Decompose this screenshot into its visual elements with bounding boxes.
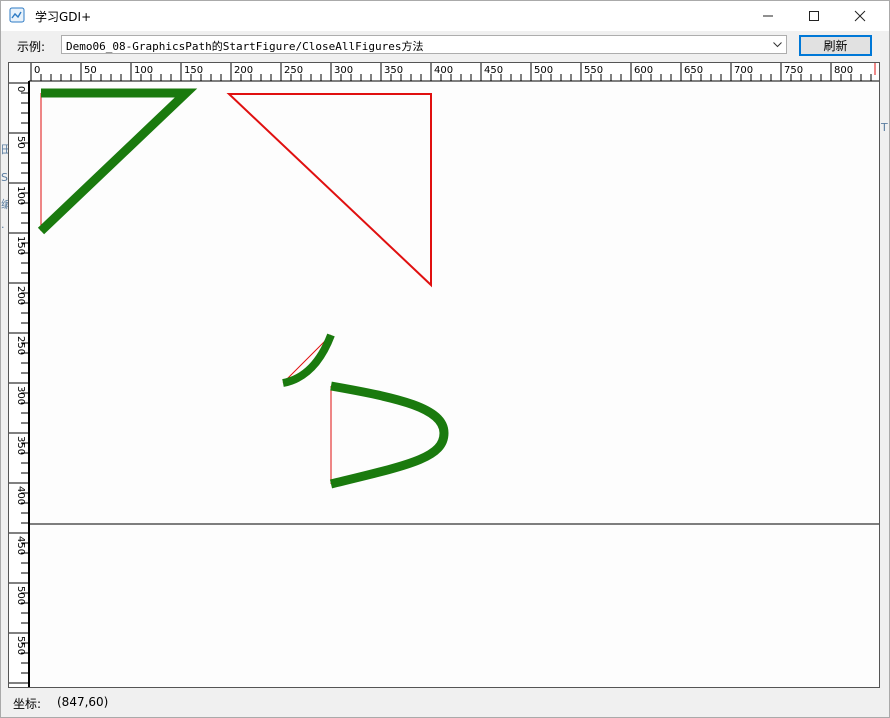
close-button[interactable] bbox=[837, 1, 883, 31]
close-icon bbox=[854, 10, 866, 22]
ruler-label: 400 bbox=[15, 486, 26, 505]
ruler-label: 750 bbox=[784, 65, 803, 76]
maximize-button[interactable] bbox=[791, 1, 837, 31]
coordinate-label: 坐标: bbox=[13, 697, 42, 711]
ruler-label: 0 bbox=[15, 86, 26, 92]
example-label: 示例: bbox=[17, 40, 46, 54]
ruler-label: 50 bbox=[15, 136, 26, 149]
ruler-label: 400 bbox=[434, 65, 453, 76]
ruler-label: 650 bbox=[684, 65, 703, 76]
ruler-label: 300 bbox=[334, 65, 353, 76]
minimize-button[interactable] bbox=[745, 1, 791, 31]
coordinate-value: (847,60) bbox=[57, 695, 109, 709]
ruler-label: 300 bbox=[15, 386, 26, 405]
ruler-label: 100 bbox=[134, 65, 153, 76]
closed-triangle-path bbox=[226, 93, 432, 288]
maximize-icon bbox=[809, 11, 819, 21]
ruler-label: 500 bbox=[534, 65, 553, 76]
app-window: 学习GDI+ 示例: Demo06_08-GraphicsPath的StartF… bbox=[0, 0, 890, 718]
window-title: 学习GDI+ bbox=[35, 10, 92, 24]
example-select-value: Demo06_08-GraphicsPath的StartFigure/Close… bbox=[66, 40, 424, 53]
ruler-label: 200 bbox=[234, 65, 253, 76]
refresh-button[interactable]: 刷新 bbox=[799, 35, 872, 56]
ruler-label: 250 bbox=[15, 336, 26, 355]
ruler-label: 0 bbox=[34, 65, 40, 76]
ruler-label: 50 bbox=[84, 65, 97, 76]
ruler-label: 350 bbox=[384, 65, 403, 76]
thick-curve-path bbox=[329, 381, 449, 489]
drawing-area[interactable]: 0 50 100 150 200 250 300 350 400 450 500 550 600 650 7… bbox=[8, 62, 880, 688]
ruler-label: 500 bbox=[15, 586, 26, 605]
title-bar[interactable]: 学习GDI+ bbox=[1, 1, 889, 31]
background-artifact: · bbox=[1, 221, 5, 234]
ruler-label: 250 bbox=[284, 65, 303, 76]
ruler-label: 800 bbox=[834, 65, 853, 76]
ruler-label: 350 bbox=[15, 436, 26, 455]
chevron-down-icon[interactable] bbox=[769, 36, 786, 53]
background-artifact: T bbox=[881, 121, 888, 134]
ruler-label: 450 bbox=[15, 536, 26, 555]
example-select[interactable]: Demo06_08-GraphicsPath的StartFigure/Close… bbox=[61, 35, 787, 54]
ruler-label: 450 bbox=[484, 65, 503, 76]
background-artifact: S bbox=[1, 171, 8, 184]
ruler-label: 100 bbox=[15, 186, 26, 205]
ruler-label: 200 bbox=[15, 286, 26, 305]
ruler-label: 550 bbox=[15, 636, 26, 655]
thick-open-path bbox=[37, 88, 198, 235]
ruler-label: 600 bbox=[634, 65, 653, 76]
ruler-label: 550 bbox=[584, 65, 603, 76]
ruler-label: 150 bbox=[15, 236, 26, 255]
ruler-label: 150 bbox=[184, 65, 203, 76]
app-icon bbox=[9, 7, 25, 23]
drawing-canvas[interactable]: 0 50 100 150 200 250 300 350 400 450 500 550 600 650 7… bbox=[9, 63, 880, 688]
minimize-icon bbox=[763, 15, 773, 17]
ruler-label: 700 bbox=[734, 65, 753, 76]
